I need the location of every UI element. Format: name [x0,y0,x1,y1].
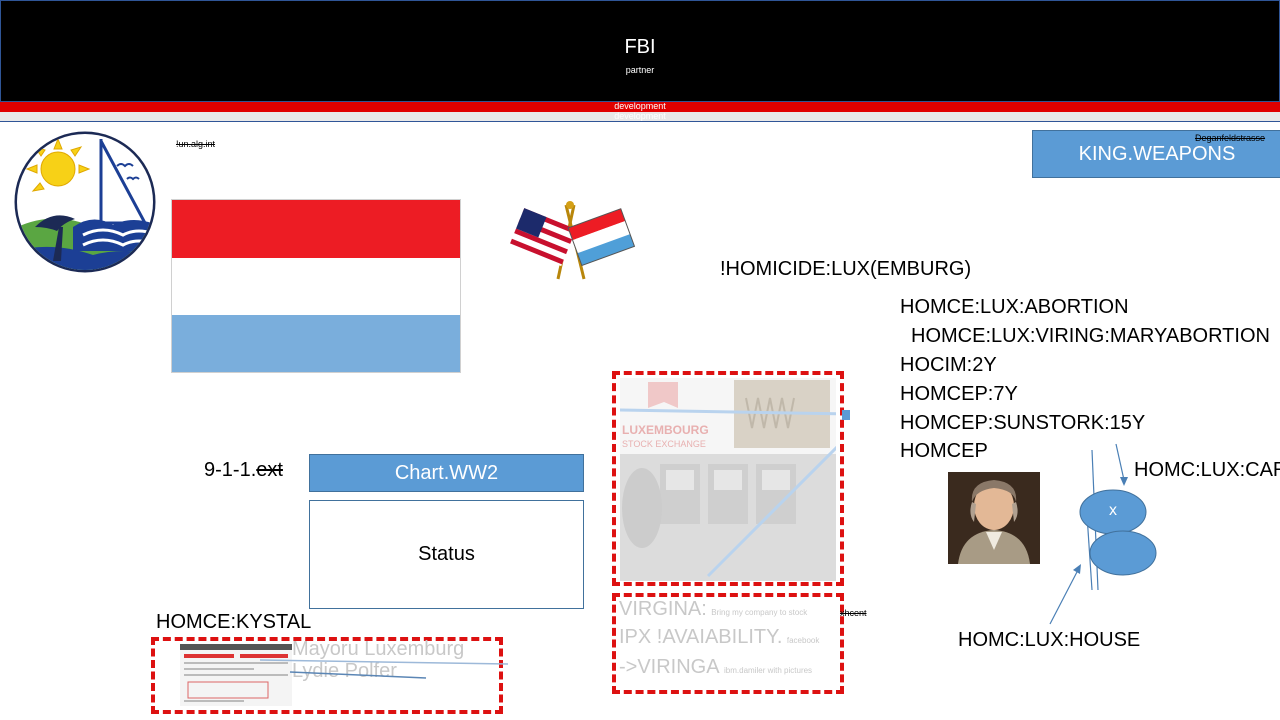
homce-line: HOMCEP [900,440,988,462]
stock-exchange-subtitle: STOCK EXCHANGE [622,439,706,449]
crossed-flags-icon [509,201,636,280]
status-box: Status [309,500,584,609]
homc-car-label: HOMC:LUX:CAR [1134,459,1280,481]
homce-line: HOMCE:LUX:VIRING:MARYABORTION [911,325,1270,347]
virgina-row: IPX !AVAIABILITY. facebook [619,626,819,649]
un-alg-link[interactable]: !un.alg.int [176,139,215,149]
emergency-ext: ext [256,459,283,481]
homce-line: HOMCE:LUX:ABORTION [900,296,1129,318]
king-weapons-label: KING.WEAPONS [1078,142,1236,165]
grey-bar-text: development [614,111,666,121]
homicide-heading: !HOMICIDE:LUX(EMBURG) [720,258,972,280]
virgina-big-text: VIRGINA: [619,598,707,620]
homc-house-label: HOMC:LUX:HOUSE [958,629,1141,651]
chart-ww2-label: Chart.WW2 [394,461,499,484]
header-title: FBI [624,36,656,58]
luxembourg-flag [171,199,461,373]
virgina-row: ->VIRINGA ibm.damiler with pictures [619,656,812,679]
virgina-row: VIRGINA: Bring my company to stock [619,598,807,621]
portrait-image [948,472,1040,564]
connector-marker [842,410,850,420]
homce-line: HOMCEP:SUNSTORK:15Y [900,412,1146,434]
kystal-label: HOMCE:KYSTAL [156,611,312,633]
virgina-small-text: Bring my company to stock [711,608,808,617]
virgina-small-text: ibm.damiler with pictures [724,666,813,675]
deganfeldstrasse-text: Deganfeldstrasse [1195,133,1266,143]
homce-line: HOMCEP:7Y [900,383,1018,405]
mayor-strike-line [260,659,509,679]
status-label: Status [418,543,475,565]
homce-line: HOCIM:2Y [900,354,997,376]
virgina-big-text: ->VIRINGA [619,656,720,678]
virgina-big-text: IPX !AVAIABILITY. [619,626,783,648]
stock-exchange-image: LUXEMBOURG STOCK EXCHANGE [620,378,836,581]
emergency-label: 9-1-1.ext [204,456,283,485]
virgina-strike-text: xhcent [840,608,867,618]
virgina-small-text: facebook [786,636,820,645]
stock-exchange-title: LUXEMBOURG [622,423,709,437]
chart-ww2-button[interactable]: Chart.WW2 [309,454,584,492]
header-subtitle: partner [625,65,655,75]
node-x-label: x [1109,502,1117,519]
emblem-logo [14,131,156,273]
emergency-number: 9-1-1. [204,459,257,481]
